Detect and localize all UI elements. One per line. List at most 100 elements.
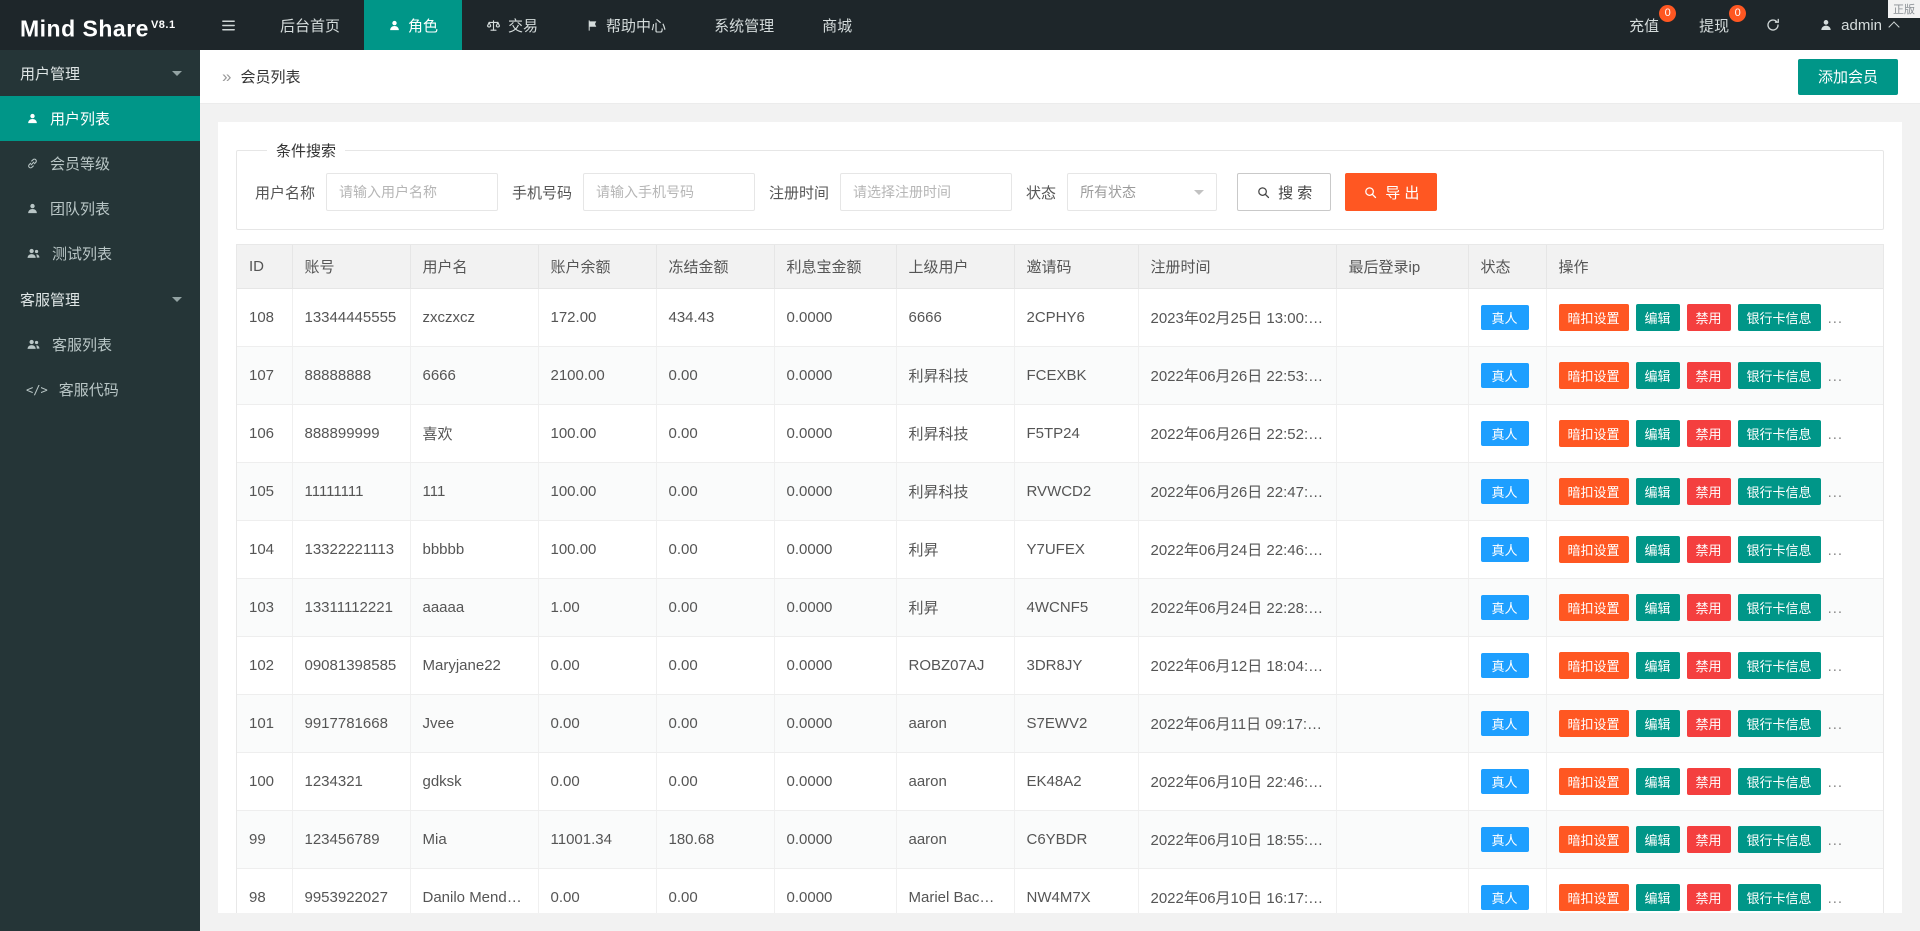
- export-button[interactable]: 导 出: [1345, 173, 1437, 211]
- nav-item[interactable]: 商城: [798, 0, 876, 50]
- deduction-settings-button[interactable]: 暗扣设置: [1559, 652, 1629, 679]
- edit-button[interactable]: 编辑: [1636, 478, 1680, 505]
- table-row: 1001234321gdksk0.000.000.0000aaronEK48A2…: [237, 753, 1883, 811]
- edit-button[interactable]: 编辑: [1636, 884, 1680, 911]
- edit-button[interactable]: 编辑: [1636, 536, 1680, 563]
- status-badge[interactable]: 真人: [1481, 769, 1529, 794]
- sidebar-item[interactable]: 团队列表: [0, 186, 200, 231]
- edit-button[interactable]: 编辑: [1636, 652, 1680, 679]
- more-actions[interactable]: ...: [1828, 774, 1844, 791]
- status-badge[interactable]: 真人: [1481, 421, 1529, 446]
- status-badge[interactable]: 真人: [1481, 653, 1529, 678]
- sidebar-group-title[interactable]: 用户管理: [0, 50, 200, 96]
- add-member-button[interactable]: 添加会员: [1798, 59, 1898, 95]
- bank-card-button[interactable]: 银行卡信息: [1738, 884, 1821, 911]
- more-actions[interactable]: ...: [1828, 890, 1844, 907]
- cell-username: 111: [410, 463, 538, 521]
- deduction-settings-button[interactable]: 暗扣设置: [1559, 594, 1629, 621]
- menu-toggle-button[interactable]: [200, 0, 256, 50]
- status-badge[interactable]: 真人: [1481, 595, 1529, 620]
- status-badge[interactable]: 真人: [1481, 827, 1529, 852]
- refresh-button[interactable]: [1749, 0, 1797, 50]
- disable-button[interactable]: 禁用: [1687, 884, 1731, 911]
- more-actions[interactable]: ...: [1828, 368, 1844, 385]
- sidebar-item[interactable]: 客服列表: [0, 322, 200, 367]
- status-badge[interactable]: 真人: [1481, 711, 1529, 736]
- deduction-settings-button[interactable]: 暗扣设置: [1559, 536, 1629, 563]
- withdraw-link[interactable]: 提现 0: [1679, 0, 1749, 50]
- edit-button[interactable]: 编辑: [1636, 826, 1680, 853]
- nav-item[interactable]: 交易: [462, 0, 562, 50]
- status-badge[interactable]: 真人: [1481, 537, 1529, 562]
- disable-button[interactable]: 禁用: [1687, 478, 1731, 505]
- more-actions[interactable]: ...: [1828, 658, 1844, 675]
- deduction-settings-button[interactable]: 暗扣设置: [1559, 768, 1629, 795]
- edit-button[interactable]: 编辑: [1636, 362, 1680, 389]
- phone-input[interactable]: [583, 173, 755, 211]
- deduction-settings-button[interactable]: 暗扣设置: [1559, 710, 1629, 737]
- nav-item-label: 商城: [822, 15, 852, 36]
- disable-button[interactable]: 禁用: [1687, 710, 1731, 737]
- status-badge[interactable]: 真人: [1481, 885, 1529, 910]
- more-actions[interactable]: ...: [1828, 484, 1844, 501]
- bank-card-button[interactable]: 银行卡信息: [1738, 594, 1821, 621]
- deduction-settings-button[interactable]: 暗扣设置: [1559, 304, 1629, 331]
- sidebar-item[interactable]: </>客服代码: [0, 367, 200, 412]
- status-badge[interactable]: 真人: [1481, 363, 1529, 388]
- disable-button[interactable]: 禁用: [1687, 420, 1731, 447]
- disable-button[interactable]: 禁用: [1687, 362, 1731, 389]
- sidebar-group-title[interactable]: 客服管理: [0, 276, 200, 322]
- edit-button[interactable]: 编辑: [1636, 710, 1680, 737]
- cell-reg_time: 2022年06月26日 22:53:48: [1138, 347, 1336, 405]
- deduction-settings-button[interactable]: 暗扣设置: [1559, 826, 1629, 853]
- edit-button[interactable]: 编辑: [1636, 304, 1680, 331]
- bank-card-button[interactable]: 银行卡信息: [1738, 362, 1821, 389]
- status-select[interactable]: 所有状态: [1067, 173, 1217, 211]
- more-actions[interactable]: ...: [1828, 310, 1844, 327]
- edit-button[interactable]: 编辑: [1636, 594, 1680, 621]
- more-actions[interactable]: ...: [1828, 600, 1844, 617]
- bank-card-button[interactable]: 银行卡信息: [1738, 826, 1821, 853]
- more-actions[interactable]: ...: [1828, 832, 1844, 849]
- disable-button[interactable]: 禁用: [1687, 536, 1731, 563]
- sidebar-item[interactable]: 用户列表: [0, 96, 200, 141]
- deduction-settings-button[interactable]: 暗扣设置: [1559, 362, 1629, 389]
- deduction-settings-button[interactable]: 暗扣设置: [1559, 420, 1629, 447]
- nav-item[interactable]: 后台首页: [256, 0, 364, 50]
- nav-item-label: 系统管理: [714, 15, 774, 36]
- nav-item[interactable]: 系统管理: [690, 0, 798, 50]
- nav-item[interactable]: 角色: [364, 0, 462, 50]
- disable-button[interactable]: 禁用: [1687, 652, 1731, 679]
- bank-card-button[interactable]: 银行卡信息: [1738, 710, 1821, 737]
- withdraw-label: 提现: [1699, 15, 1729, 36]
- sidebar-item[interactable]: 测试列表: [0, 231, 200, 276]
- column-header: 邀请码: [1014, 245, 1138, 289]
- bank-card-button[interactable]: 银行卡信息: [1738, 652, 1821, 679]
- edit-button[interactable]: 编辑: [1636, 420, 1680, 447]
- bank-card-button[interactable]: 银行卡信息: [1738, 420, 1821, 447]
- deduction-settings-button[interactable]: 暗扣设置: [1559, 884, 1629, 911]
- more-actions[interactable]: ...: [1828, 716, 1844, 733]
- bank-card-button[interactable]: 银行卡信息: [1738, 536, 1821, 563]
- regtime-input[interactable]: [840, 173, 1012, 211]
- bank-card-button[interactable]: 银行卡信息: [1738, 768, 1821, 795]
- deduction-settings-button[interactable]: 暗扣设置: [1559, 478, 1629, 505]
- disable-button[interactable]: 禁用: [1687, 594, 1731, 621]
- bank-card-button[interactable]: 银行卡信息: [1738, 478, 1821, 505]
- username-input[interactable]: [326, 173, 498, 211]
- status-badge[interactable]: 真人: [1481, 305, 1529, 330]
- more-actions[interactable]: ...: [1828, 542, 1844, 559]
- disable-button[interactable]: 禁用: [1687, 826, 1731, 853]
- sidebar-item[interactable]: 会员等级: [0, 141, 200, 186]
- cell-invite: RVWCD2: [1014, 463, 1138, 521]
- recharge-link[interactable]: 充值 0: [1609, 0, 1679, 50]
- more-actions[interactable]: ...: [1828, 426, 1844, 443]
- nav-item[interactable]: 帮助中心: [562, 0, 690, 50]
- disable-button[interactable]: 禁用: [1687, 768, 1731, 795]
- disable-button[interactable]: 禁用: [1687, 304, 1731, 331]
- cell-frozen: 0.00: [656, 869, 774, 914]
- edit-button[interactable]: 编辑: [1636, 768, 1680, 795]
- status-badge[interactable]: 真人: [1481, 479, 1529, 504]
- search-button[interactable]: 搜 索: [1237, 173, 1331, 211]
- bank-card-button[interactable]: 银行卡信息: [1738, 304, 1821, 331]
